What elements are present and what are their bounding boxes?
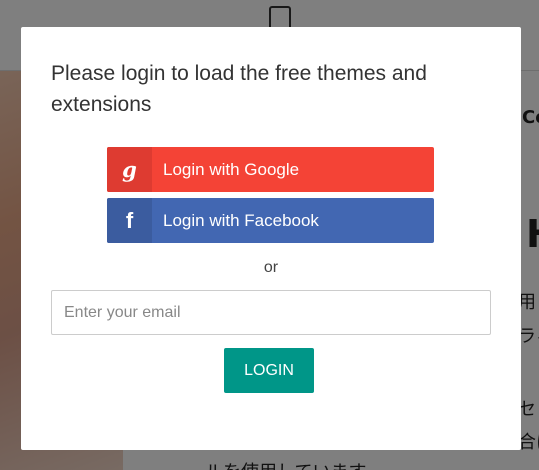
login-with-google-button[interactable]: g Login with Google: [107, 147, 434, 192]
page: Co H 用じ ラィ セリ 合は ルを使用しています Please login …: [0, 0, 539, 470]
google-icon: g: [107, 147, 152, 192]
facebook-icon: f: [107, 198, 152, 243]
login-with-facebook-button[interactable]: f Login with Facebook: [107, 198, 434, 243]
modal-title: Please login to load the free themes and…: [51, 62, 427, 116]
login-modal: Please login to load the free themes and…: [21, 27, 521, 450]
facebook-button-label: Login with Facebook: [163, 210, 319, 230]
login-button[interactable]: LOGIN: [224, 348, 314, 393]
google-button-label: Login with Google: [163, 159, 300, 179]
email-input[interactable]: [51, 290, 491, 335]
or-separator: or: [263, 259, 279, 276]
